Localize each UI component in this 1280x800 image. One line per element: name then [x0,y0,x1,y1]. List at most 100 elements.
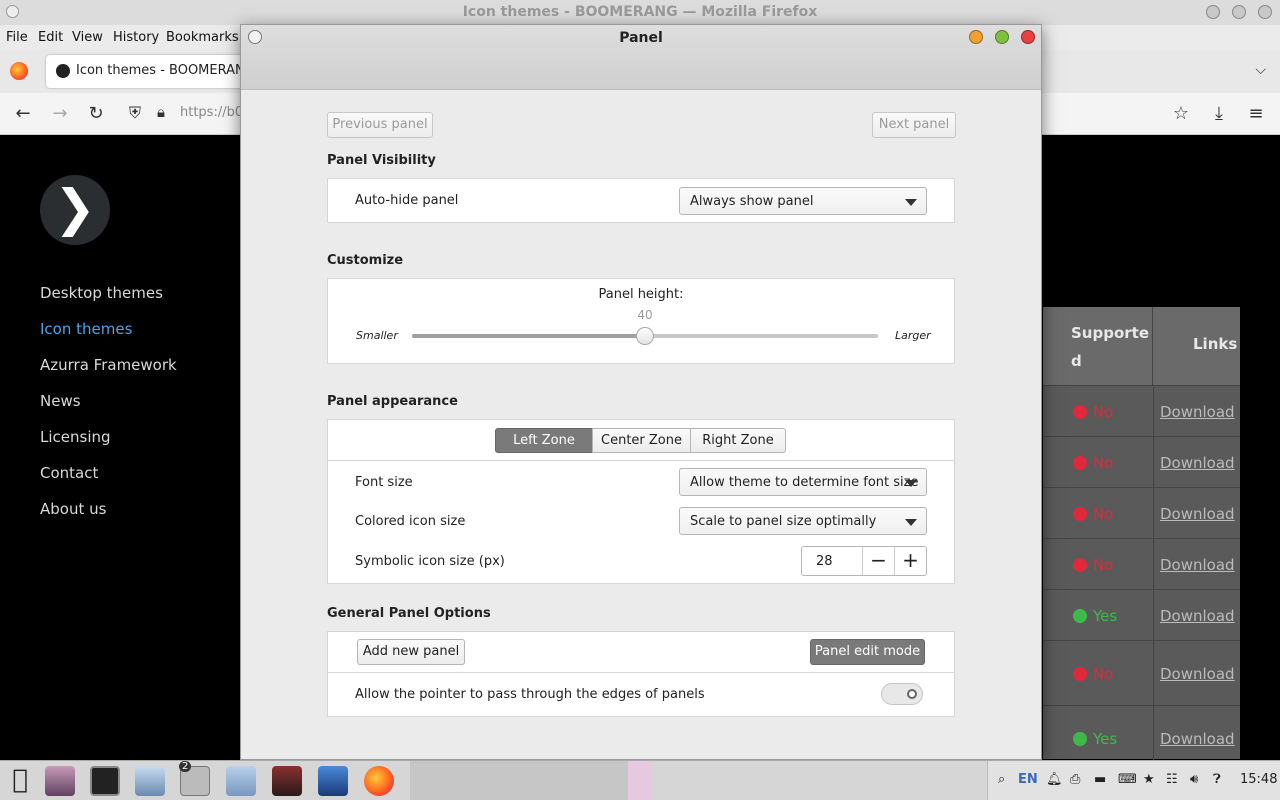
list-tabs-chevron-icon[interactable]: ⌵ [1255,62,1266,78]
panel-height-value: 40 [637,308,653,322]
download-link[interactable]: Download [1160,607,1235,625]
display-icon[interactable]: ▬ [1094,772,1106,787]
status-dot [1073,732,1087,746]
site-logo[interactable]: ❯ [40,175,110,245]
maximize-window-button[interactable] [1232,5,1246,19]
finder-icon[interactable] [135,766,165,796]
next-panel-button[interactable]: Next panel [872,112,956,138]
download-link[interactable]: Download [1160,454,1235,472]
panel-height-label: Panel height: [598,287,684,302]
keyboard-icon[interactable]: ⌨ [1118,772,1137,787]
autohide-value: Always show panel [690,194,814,209]
forward-arrow-icon[interactable]: → [49,103,71,124]
minimize-dialog-button[interactable] [969,30,983,44]
increase-button[interactable]: + [894,547,926,575]
status-dot [1073,405,1087,419]
column-separator [1153,539,1154,589]
column-separator [1153,437,1154,487]
download-link[interactable]: Download [1160,505,1235,523]
photo-app-icon[interactable] [45,766,75,796]
table-row: No Download [1043,487,1240,538]
menu-history[interactable]: History [113,30,159,45]
download-link[interactable]: Download [1160,665,1235,683]
download-link[interactable]: Download [1160,730,1235,748]
nav-about-us[interactable]: About us [40,500,106,518]
close-window-button[interactable] [1258,5,1272,19]
toggle-knob [907,689,917,699]
status-dot [1073,667,1087,681]
slider-smaller-label: Smaller [356,329,398,342]
volume-icon[interactable]: 🔊︎ [1190,772,1198,787]
settings-app-icon[interactable]: 2 [179,761,210,796]
app-store-icon[interactable] [318,766,348,796]
printer-icon[interactable]: ⎙ [1070,772,1080,787]
autohide-combo[interactable]: Always show panel [679,187,927,215]
maximize-dialog-button[interactable] [995,30,1009,44]
firefox-view-icon[interactable] [10,62,28,80]
dialog-title: Panel [619,30,663,46]
downloads-icon[interactable]: ⤓ [1208,103,1230,124]
status-dot [1073,558,1087,572]
download-link[interactable]: Download [1160,556,1235,574]
hamburger-menu-icon[interactable]: ≡ [1245,103,1267,124]
colored-icon-size-label: Colored icon size [355,514,466,529]
tab-right-zone[interactable]: Right Zone [690,428,786,453]
status-text: No [1093,403,1114,421]
tab-icon-themes[interactable]: Icon themes - BOOMERANG [46,55,255,88]
shield-icon[interactable]: ⛨ [124,103,146,123]
slider-handle[interactable] [636,327,654,345]
symbolic-icon-size-value[interactable]: 28 [816,554,833,569]
nav-news[interactable]: News [40,392,81,410]
previous-panel-button[interactable]: Previous panel [327,112,433,138]
close-dialog-button[interactable] [1021,30,1035,44]
notification-bell-icon[interactable]: 🔔︎ [1046,772,1063,787]
section-customize: Customize [327,253,404,268]
font-size-combo[interactable]: Allow theme to determine font size [679,468,927,496]
url-field[interactable]: https://b0 [180,105,243,120]
status-text: No [1093,505,1114,523]
slider-fill [412,334,645,338]
pointer-pass-through-toggle[interactable] [881,683,923,705]
reload-icon[interactable]: ↻ [85,103,107,124]
nav-licensing[interactable]: Licensing [40,428,111,446]
system-tray: ⌕ EN 🔔︎ ⎙ ▬ ⌨ ★ ☷ 🔊︎ ❓︎ 15:48 [987,761,1280,800]
symbolic-icon-size-label: Symbolic icon size (px) [355,554,505,569]
zone-divider [328,460,954,461]
slider-larger-label: Larger [895,329,931,342]
folder-icon[interactable] [226,766,256,796]
decrease-button[interactable]: − [862,547,894,575]
nav-contact[interactable]: Contact [40,464,98,482]
window-title: Icon themes - BOOMERANG — Mozilla Firefo… [462,4,818,20]
menu-bookmarks[interactable]: Bookmarks [166,30,239,45]
tab-center-zone[interactable]: Center Zone [592,428,691,453]
download-link[interactable]: Download [1160,403,1235,421]
text-editor-icon[interactable] [272,766,302,796]
apple-menu-icon[interactable]:  [5,766,35,796]
menu-edit[interactable]: Edit [38,30,63,45]
firefox-icon[interactable] [364,766,394,796]
terminal-icon[interactable] [90,766,120,796]
symbolic-icon-size-spinner: 28 − + [801,546,927,576]
pointer-pass-through-label: Allow the pointer to pass through the ed… [355,687,705,702]
help-icon[interactable]: ❓︎ [1213,772,1221,787]
nav-icon-themes[interactable]: Icon themes [40,320,132,338]
status-text: Yes [1093,607,1118,625]
keyboard-layout[interactable]: EN [1018,772,1038,787]
panel-settings-dialog: Panel Previous panel Next panel Panel Vi… [240,24,1042,760]
bookmark-star-icon[interactable]: ☆ [1170,103,1192,124]
network-icon[interactable]: ☷ [1166,772,1178,787]
status-text: No [1093,665,1114,683]
colored-icon-size-combo[interactable]: Scale to panel size optimally [679,507,927,535]
nav-desktop-themes[interactable]: Desktop themes [40,284,163,302]
tab-left-zone[interactable]: Left Zone [495,428,593,453]
minimize-window-button[interactable] [1206,5,1220,19]
lock-icon[interactable]: 🔒︎ [150,103,172,121]
back-arrow-icon[interactable]: ← [12,103,34,124]
nav-azurra-framework[interactable]: Azurra Framework [40,356,177,374]
add-new-panel-button[interactable]: Add new panel [357,639,465,665]
panel-edit-mode-button[interactable]: Panel edit mode [810,639,925,665]
menu-view[interactable]: View [72,30,103,45]
star-icon[interactable]: ★ [1143,772,1155,787]
menu-file[interactable]: File [6,30,28,45]
search-icon[interactable]: ⌕ [998,772,1005,787]
